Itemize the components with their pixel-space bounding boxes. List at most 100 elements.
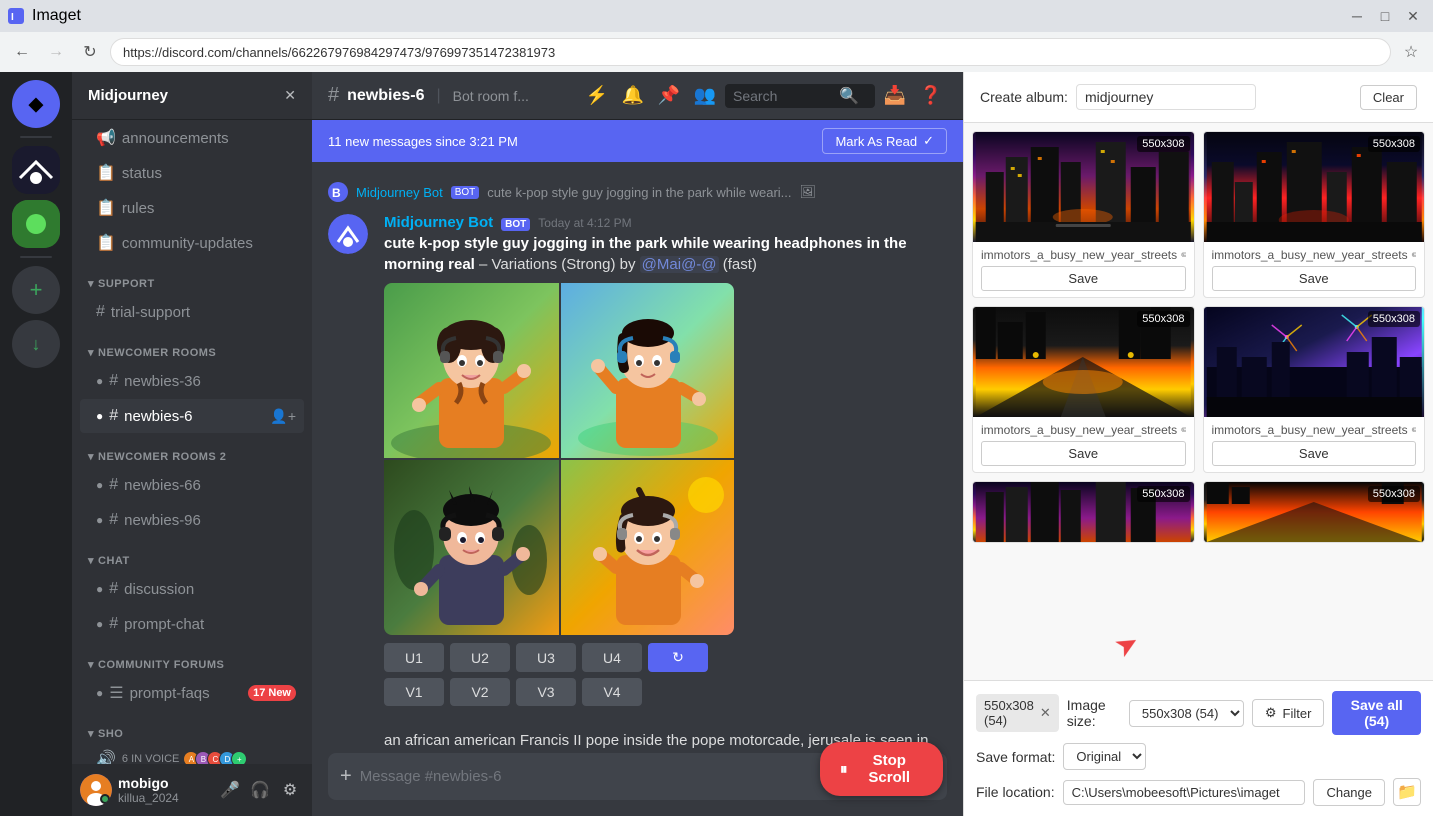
channel-status[interactable]: 📋 status bbox=[80, 156, 304, 190]
address-bar[interactable]: https://discord.com/channels/66226797698… bbox=[110, 38, 1391, 66]
midjourney-server-btn[interactable] bbox=[12, 146, 60, 194]
attach-btn[interactable]: + bbox=[340, 753, 352, 800]
channel-newbies-36-label: newbies-36 bbox=[124, 373, 296, 390]
green-server-btn[interactable] bbox=[12, 200, 60, 248]
announcement-icon: 📢 bbox=[96, 128, 116, 148]
gallery-size-3: 550x308 bbox=[1137, 311, 1189, 327]
channel-newbies-6[interactable]: ● # newbies-6 👤+ bbox=[80, 399, 304, 433]
voice-icon: 🔊 bbox=[96, 749, 116, 764]
message-header: Midjourney Bot BOT Today at 4:12 PM bbox=[384, 214, 947, 231]
category-chat[interactable]: ▾ CHAT bbox=[72, 538, 312, 571]
size-tag-close[interactable]: ✕ bbox=[1040, 705, 1051, 721]
size-select[interactable]: 550x308 (54) bbox=[1129, 700, 1244, 727]
channel-newbies-66[interactable]: ● # newbies-66 bbox=[80, 468, 304, 502]
gallery-info-1: immotors_a_busy_new_year_streets ✏ Save bbox=[973, 242, 1194, 297]
svg-text:I: I bbox=[11, 12, 14, 23]
image-cell-3[interactable] bbox=[384, 460, 559, 635]
notifications-icon[interactable]: 🔔 bbox=[617, 80, 649, 112]
channel-discussion[interactable]: ● # discussion bbox=[80, 572, 304, 606]
edit-icon-3[interactable]: ✏ bbox=[1181, 423, 1185, 437]
u2-btn[interactable]: U2 bbox=[450, 643, 510, 672]
hash-icon-6: # bbox=[109, 407, 118, 425]
mute-btn[interactable]: 🎤 bbox=[216, 776, 244, 804]
album-input[interactable] bbox=[1076, 84, 1256, 110]
gallery-size-1: 550x308 bbox=[1137, 136, 1189, 152]
discord-home-btn[interactable]: ⬥ bbox=[12, 80, 60, 128]
v4-btn[interactable]: V4 bbox=[582, 678, 642, 706]
right-panel-header: Create album: Clear bbox=[964, 72, 1433, 123]
u1-btn[interactable]: U1 bbox=[384, 643, 444, 672]
back-btn[interactable]: ← bbox=[8, 38, 36, 66]
forward-btn[interactable]: → bbox=[42, 38, 70, 66]
settings-btn[interactable]: ⚙ bbox=[276, 776, 304, 804]
voice-channel[interactable]: 🔊 6 IN VOICE A B C D + bbox=[80, 745, 304, 764]
channel-announcements[interactable]: 📢 announcements bbox=[80, 121, 304, 155]
u4-btn[interactable]: U4 bbox=[582, 643, 642, 672]
image-cell-4[interactable] bbox=[561, 460, 734, 635]
gallery-item-6: 550x308 bbox=[1203, 481, 1426, 543]
format-select[interactable]: Original bbox=[1063, 743, 1146, 770]
search-box[interactable]: 🔍 bbox=[725, 84, 875, 108]
download-btn[interactable]: ↓ bbox=[12, 320, 60, 368]
maximize-btn[interactable]: □ bbox=[1373, 4, 1397, 28]
gallery-save-btn-4[interactable]: Save bbox=[1212, 441, 1417, 466]
text-icon-rules: 📋 bbox=[96, 198, 116, 218]
category-forums[interactable]: ▾ COMMUNITY FORUMS bbox=[72, 642, 312, 675]
mark-read-btn[interactable]: Mark As Read ✓ bbox=[822, 128, 947, 154]
category-sho[interactable]: ▾ SHO bbox=[72, 711, 312, 744]
clear-btn[interactable]: Clear bbox=[1360, 85, 1417, 110]
gallery-save-btn-3[interactable]: Save bbox=[981, 441, 1186, 466]
refresh-btn[interactable]: ↻ bbox=[648, 643, 708, 672]
edit-icon-2[interactable]: ✏ bbox=[1412, 248, 1416, 262]
anime-img-2 bbox=[561, 283, 734, 458]
v3-btn[interactable]: V3 bbox=[516, 678, 576, 706]
user-area: mobigo killua_2024 🎤 🎧 ⚙ bbox=[72, 764, 312, 816]
add-member-icon[interactable]: 👤+ bbox=[270, 408, 296, 425]
refresh-btn[interactable]: ↻ bbox=[76, 38, 104, 66]
save-all-btn[interactable]: Save all (54) bbox=[1332, 691, 1421, 735]
channel-community-updates[interactable]: 📋 community-updates bbox=[80, 226, 304, 260]
channel-newbies-96[interactable]: ● # newbies-96 bbox=[80, 503, 304, 537]
search-input[interactable] bbox=[733, 88, 833, 104]
gallery-save-btn-2[interactable]: Save bbox=[1212, 266, 1417, 291]
category-newcomer2-label: NEWCOMER ROOMS 2 bbox=[98, 451, 226, 463]
add-server-btn[interactable]: + bbox=[12, 266, 60, 314]
filter-btn[interactable]: ⚙ Filter bbox=[1252, 699, 1325, 727]
bookmark-btn[interactable]: ☆ bbox=[1397, 38, 1425, 66]
v1-btn[interactable]: V1 bbox=[384, 678, 444, 706]
folder-btn[interactable]: 📁 bbox=[1393, 778, 1421, 806]
help-icon[interactable]: ❓ bbox=[915, 80, 947, 112]
bot-preview-icon: B bbox=[328, 182, 348, 202]
message-preview-line: B Midjourney Bot BOT cute k-pop style gu… bbox=[328, 178, 947, 206]
message-input[interactable] bbox=[360, 756, 840, 797]
image-cell-2[interactable] bbox=[561, 283, 734, 458]
v2-btn[interactable]: V2 bbox=[450, 678, 510, 706]
category-newcomer2[interactable]: ▾ NEWCOMER ROOMS 2 bbox=[72, 434, 312, 467]
members-icon[interactable]: 👥 bbox=[689, 80, 721, 112]
stop-scroll-btn[interactable]: ⏸ Stop Scroll bbox=[820, 742, 943, 796]
gallery-save-btn-1[interactable]: Save bbox=[981, 266, 1186, 291]
titlebar-controls: ─ □ ✕ bbox=[1345, 4, 1425, 28]
thread-icon[interactable]: ⚡ bbox=[581, 80, 613, 112]
deafen-btn[interactable]: 🎧 bbox=[246, 776, 274, 804]
pin-icon[interactable]: 📌 bbox=[653, 80, 685, 112]
new-messages-bar[interactable]: 11 new messages since 3:21 PM Mark As Re… bbox=[312, 120, 963, 162]
change-btn[interactable]: Change bbox=[1313, 779, 1385, 806]
channel-newbies-36[interactable]: ● # newbies-36 bbox=[80, 364, 304, 398]
messages-area[interactable]: B Midjourney Bot BOT cute k-pop style gu… bbox=[312, 162, 963, 753]
server-header[interactable]: Midjourney ✕ bbox=[72, 72, 312, 120]
channel-prompt-chat[interactable]: ● # prompt-chat bbox=[80, 607, 304, 641]
channel-trial-support[interactable]: # trial-support bbox=[80, 295, 304, 329]
close-btn[interactable]: ✕ bbox=[1401, 4, 1425, 28]
category-support[interactable]: ▾ SUPPORT bbox=[72, 261, 312, 294]
minimize-btn[interactable]: ─ bbox=[1345, 4, 1369, 28]
u3-btn[interactable]: U3 bbox=[516, 643, 576, 672]
channel-rules[interactable]: 📋 rules bbox=[80, 191, 304, 225]
edit-icon-1[interactable]: ✏ bbox=[1181, 248, 1185, 262]
channel-prompt-faqs[interactable]: ● ☰ prompt-faqs 17 New bbox=[80, 676, 304, 710]
category-newcomer[interactable]: ▾ NEWCOMER ROOMS bbox=[72, 330, 312, 363]
edit-icon-4[interactable]: ✏ bbox=[1412, 423, 1416, 437]
image-cell-1[interactable] bbox=[384, 283, 559, 458]
location-input[interactable] bbox=[1063, 780, 1306, 805]
inbox-icon[interactable]: 📥 bbox=[879, 80, 911, 112]
